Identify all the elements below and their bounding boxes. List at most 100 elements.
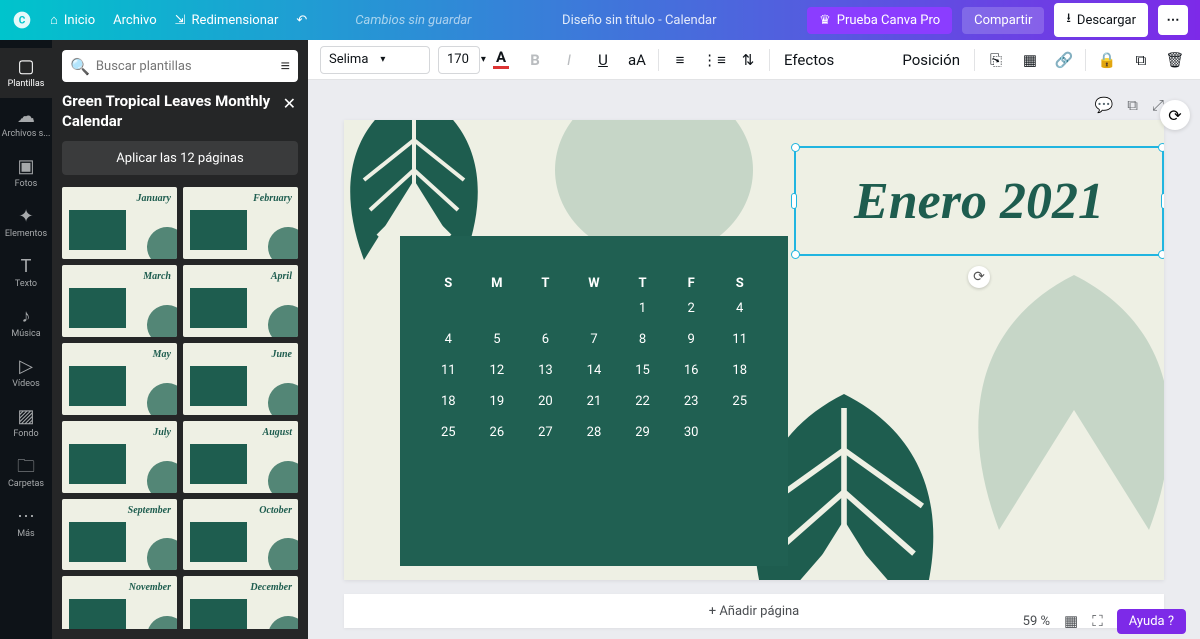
grid-view-icon[interactable]: ▦	[1064, 612, 1078, 630]
rail-item-música[interactable]: ♪Música	[0, 298, 52, 348]
rail-item-fotos[interactable]: ▣Fotos	[0, 148, 52, 198]
underline-button[interactable]: U	[590, 47, 616, 73]
search-box[interactable]: 🔍 ≡	[62, 50, 298, 82]
calendar-cell: 18	[715, 363, 764, 378]
template-thumb[interactable]: April	[183, 265, 298, 337]
resize-handle[interactable]	[791, 193, 797, 209]
home-button[interactable]: ⌂ Inicio	[50, 12, 95, 28]
templates-panel: 🔍 ≡ Green Tropical Leaves Monthly Calend…	[52, 40, 308, 639]
font-size-value: 170	[447, 52, 469, 67]
template-thumb[interactable]: February	[183, 187, 298, 259]
template-thumb[interactable]: July	[62, 421, 177, 493]
template-thumb[interactable]: September	[62, 499, 177, 571]
help-button[interactable]: Ayuda ?	[1117, 609, 1186, 634]
title-text[interactable]: Enero 2021	[854, 172, 1104, 231]
effects-button[interactable]: Efectos	[778, 47, 840, 73]
document-title[interactable]: Diseño sin título - Calendar	[562, 13, 716, 28]
vídeos-icon: ▷	[19, 358, 33, 376]
page-comments-icon[interactable]: 💬	[1095, 96, 1114, 114]
resize-handle[interactable]	[791, 143, 800, 152]
canva-logo-icon[interactable]: C	[12, 10, 32, 30]
template-thumb[interactable]: August	[183, 421, 298, 493]
calendar-cell	[473, 301, 522, 316]
font-select[interactable]: Selima ▾	[320, 46, 430, 74]
weekday-header: T	[521, 276, 570, 291]
rail-item-más[interactable]: ⋯Más	[0, 498, 52, 548]
template-thumb[interactable]: October	[183, 499, 298, 571]
rail-item-plantillas[interactable]: ▢Plantillas	[0, 48, 52, 98]
resize-handle[interactable]	[1161, 193, 1164, 209]
italic-button[interactable]: I	[556, 47, 582, 73]
rail-item-elementos[interactable]: ✦Elementos	[0, 198, 52, 248]
rail-item-carpetas[interactable]: 🗀Carpetas	[0, 448, 52, 498]
position-button[interactable]: Posición	[896, 47, 966, 73]
rotate-handle[interactable]: ⟳	[968, 266, 990, 288]
rail-item-vídeos[interactable]: ▷ Vídeos	[0, 348, 52, 398]
page-duplicate-icon[interactable]: ⧉	[1127, 96, 1138, 114]
file-menu[interactable]: Archivo	[113, 13, 157, 28]
bold-button[interactable]: B	[522, 47, 548, 73]
uppercase-button[interactable]: aA	[624, 47, 650, 73]
transparency-icon[interactable]: ▦	[1017, 47, 1043, 73]
calendar-cell	[521, 301, 570, 316]
resize-handle[interactable]	[1158, 143, 1164, 152]
align-button[interactable]: ≡	[667, 47, 693, 73]
resize-handle[interactable]	[1158, 250, 1164, 259]
calendar-cell: 2	[667, 301, 716, 316]
try-pro-label: Prueba Canva Pro	[837, 13, 940, 28]
thumb-month: January	[137, 193, 171, 204]
close-icon[interactable]: ✕	[281, 92, 298, 115]
rail-item-archivos s...[interactable]: ☁Archivos s...	[0, 98, 52, 148]
resize-button[interactable]: ⇲ Redimensionar	[175, 13, 279, 28]
template-thumb[interactable]: November	[62, 576, 177, 629]
resize-handle[interactable]	[791, 250, 800, 259]
rail-item-texto[interactable]: TTexto	[0, 248, 52, 298]
resize-icon: ⇲	[175, 13, 186, 28]
list-button[interactable]: ⋮≡	[701, 47, 727, 73]
template-thumb[interactable]: December	[183, 576, 298, 629]
rail-label: Plantillas	[8, 79, 45, 89]
undo-button[interactable]: ↶	[296, 13, 307, 28]
calendar-cell: 28	[570, 425, 619, 440]
template-thumb[interactable]: May	[62, 343, 177, 415]
calendar-cell: 20	[521, 394, 570, 409]
panel-title: Green Tropical Leaves Monthly Calendar	[62, 92, 281, 131]
rail-label: Fondo	[13, 429, 38, 439]
search-input[interactable]	[96, 59, 275, 74]
try-pro-button[interactable]: ♛ Prueba Canva Pro	[807, 7, 952, 34]
calendar-cell: 8	[618, 332, 667, 347]
rail-label: Vídeos	[12, 379, 40, 389]
font-size-select[interactable]: 170 ▾	[438, 46, 480, 74]
calendar-block[interactable]: SMTWTFS 12445678911111213141516181819202…	[400, 236, 788, 566]
thumb-month: December	[250, 582, 292, 593]
calendar-cell: 13	[521, 363, 570, 378]
filter-icon[interactable]: ≡	[281, 56, 290, 76]
title-text-selection[interactable]: Enero 2021 ⟳	[794, 146, 1164, 256]
trash-icon[interactable]: 🗑	[1162, 47, 1188, 73]
more-button[interactable]: ⋯	[1158, 5, 1188, 35]
text-color-button[interactable]: A	[488, 47, 514, 73]
link-icon[interactable]: 🔗	[1051, 47, 1077, 73]
design-canvas[interactable]: SMTWTFS 12445678911111213141516181819202…	[344, 120, 1164, 580]
unsaved-text: Cambios sin guardar	[355, 13, 471, 28]
apply-pages-button[interactable]: Aplicar las 12 páginas	[62, 141, 298, 175]
texto-icon: T	[21, 258, 32, 276]
template-thumb[interactable]: June	[183, 343, 298, 415]
template-thumb[interactable]: January	[62, 187, 177, 259]
zoom-level[interactable]: 59 %	[1023, 614, 1050, 629]
thumb-month: October	[259, 505, 292, 516]
download-button[interactable]: ⭳ Descargar	[1054, 3, 1148, 37]
thumb-month: April	[271, 271, 292, 282]
spacing-button[interactable]: ⇅	[735, 47, 761, 73]
duplicate-icon[interactable]: ⧉	[1128, 47, 1154, 73]
calendar-cell: 4	[424, 332, 473, 347]
lock-icon[interactable]: 🔒	[1094, 47, 1120, 73]
refresh-icon[interactable]: ⟳	[1160, 100, 1190, 130]
copy-style-icon[interactable]: ⎘	[983, 47, 1009, 73]
template-thumb[interactable]: March	[62, 265, 177, 337]
calendar-cell	[570, 301, 619, 316]
fullscreen-icon[interactable]: ⛶	[1092, 612, 1103, 630]
share-button[interactable]: Compartir	[962, 7, 1044, 34]
rail-item-fondo[interactable]: ▨Fondo	[0, 398, 52, 448]
calendar-cell: 25	[424, 425, 473, 440]
